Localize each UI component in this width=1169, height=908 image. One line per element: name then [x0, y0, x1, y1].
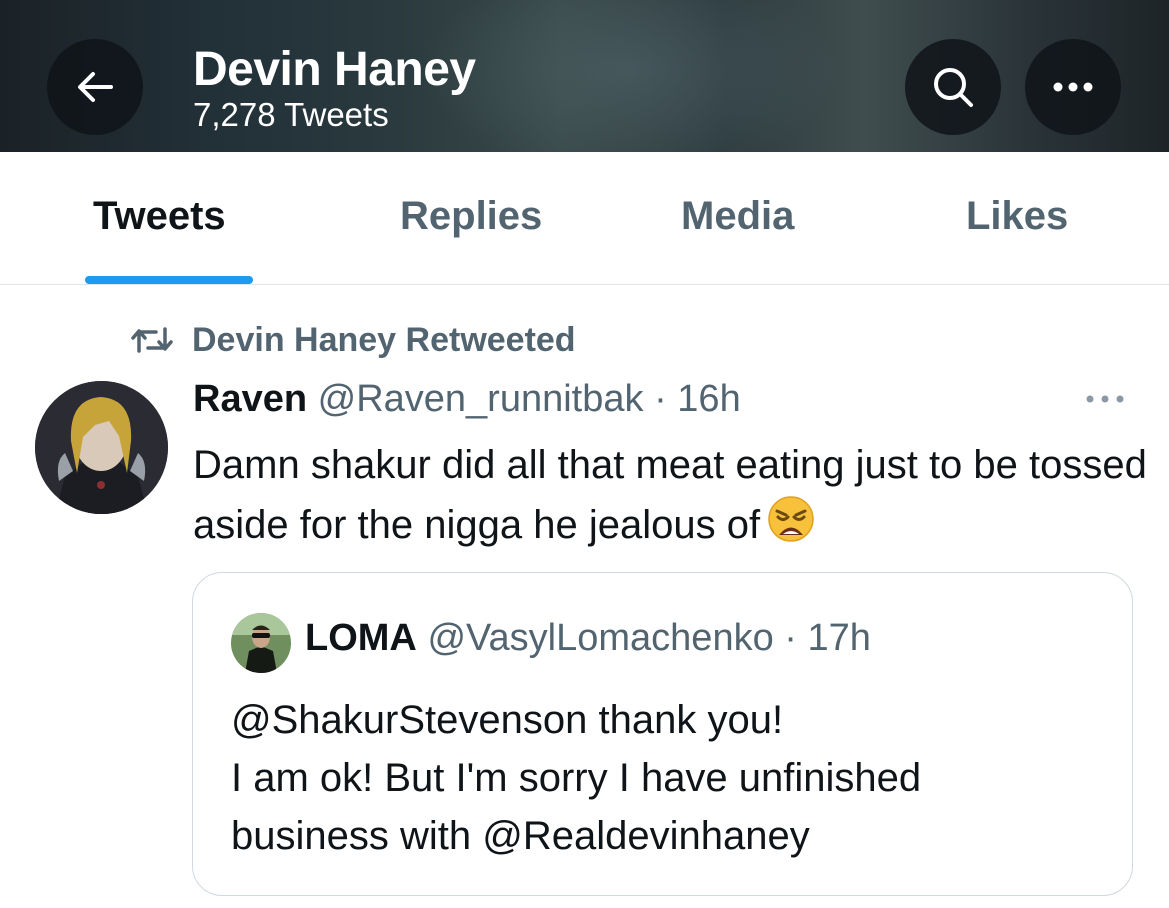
author-name[interactable]: Raven: [193, 378, 307, 420]
quoted-text-line: @ShakurStevenson thank you!: [231, 698, 784, 742]
tweet-body: Damn shakur did all that meat eating jus…: [193, 443, 1147, 547]
retweet-label: Devin Haney Retweeted: [192, 320, 576, 359]
retweet-icon: [131, 327, 173, 353]
quoted-text-line: I am ok! But I'm sorry I have unfinished: [231, 756, 922, 800]
quoted-header: LOMA @VasylLomachenko · 17h: [305, 617, 871, 660]
quoted-tweet[interactable]: LOMA @VasylLomachenko · 17h @ShakurSteve…: [192, 572, 1133, 896]
retweet-context[interactable]: Devin Haney Retweeted: [130, 318, 576, 362]
quoted-meta-separator: ·: [773, 617, 808, 659]
tweet-count: 7,278 Tweets: [193, 96, 389, 133]
tab-tweets[interactable]: Tweets: [93, 194, 226, 239]
tab-replies[interactable]: Replies: [400, 194, 542, 239]
quoted-tweet-time[interactable]: 17h: [808, 617, 871, 659]
tweet-header: Raven @Raven_runnitbak · 16h: [193, 378, 741, 421]
active-tab-indicator: [85, 276, 253, 284]
quoted-avatar-image: [231, 613, 291, 673]
tweet-text: Damn shakur did all that meat eating jus…: [193, 436, 1153, 560]
quoted-tweet-text: @ShakurStevenson thank you! I am ok! But…: [231, 691, 1111, 865]
profile-header: Devin Haney 7,278 Tweets: [0, 0, 1169, 152]
arrow-left-icon: [78, 72, 113, 102]
more-horizontal-icon: [1086, 395, 1124, 403]
avatar[interactable]: [35, 381, 168, 514]
quoted-text-line: business with @Realdevinhaney: [231, 814, 810, 858]
avatar-image: [35, 381, 168, 514]
tweet-time[interactable]: 16h: [677, 378, 740, 420]
quoted-avatar[interactable]: [231, 613, 291, 673]
author-handle[interactable]: @Raven_runnitbak: [318, 378, 644, 420]
profile-tabs: Tweets Replies Media Likes: [0, 152, 1169, 285]
search-button[interactable]: [905, 39, 1001, 135]
tab-media[interactable]: Media: [681, 194, 794, 239]
tab-likes[interactable]: Likes: [966, 194, 1068, 239]
more-options-button[interactable]: [1025, 39, 1121, 135]
meta-separator: ·: [643, 378, 678, 420]
profile-name: Devin Haney: [193, 43, 476, 96]
header-banner-blur: [420, 0, 840, 152]
search-icon: [934, 68, 973, 107]
tweet-more-button[interactable]: [1083, 392, 1127, 411]
quoted-author-name[interactable]: LOMA: [305, 617, 417, 659]
quoted-author-handle[interactable]: @VasylLomachenko: [427, 617, 773, 659]
more-horizontal-icon: [1053, 82, 1093, 92]
weary-face-emoji: [766, 494, 816, 560]
back-button[interactable]: [47, 39, 143, 135]
